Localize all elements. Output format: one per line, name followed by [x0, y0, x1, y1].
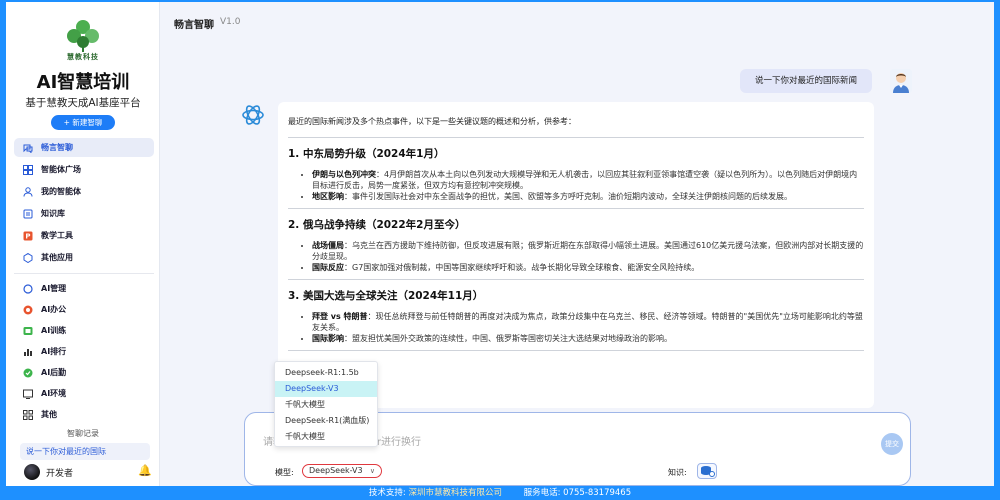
sidebar-item-label: 知识库 — [41, 209, 65, 218]
sidebar-item-ai-rank[interactable]: AI排行 — [14, 342, 154, 361]
circle-icon — [23, 283, 33, 294]
phone-label: 服务电话: — [523, 488, 561, 498]
office-icon — [23, 305, 33, 314]
user-message: 说一下你对最近的国际新闻 — [740, 69, 872, 93]
sidebar-item-label: AI训练 — [41, 326, 67, 335]
avatar — [24, 464, 40, 480]
list-item: 拜登 vs 特朗普：现任总统拜登与前任特朗普的再度对决成为焦点，政策分歧集中在乌… — [312, 311, 864, 333]
new-chat-button[interactable]: + 新建智聊 — [51, 115, 115, 130]
history-item[interactable]: 说一下你对最近的国际 — [20, 443, 150, 460]
list-item: 伊朗与以色列冲突：4月伊朗首次从本土向以色列发动大规模导弹和无人机袭击，以回应其… — [312, 169, 864, 191]
list-item: 战场僵局：乌克兰在西方援助下维持防御，但反攻进展有限；俄罗斯近期在东部取得小幅领… — [312, 240, 864, 262]
user-name: 开发者 — [46, 468, 74, 479]
sidebar-item-label: 畅言智聊 — [41, 143, 73, 152]
section-heading: 1. 中东局势升级（2024年1月） — [288, 148, 445, 160]
sidebar-item-agent-square[interactable]: 智能体广场 — [14, 160, 154, 179]
sidebar-item-label: 其他应用 — [41, 253, 73, 262]
logistics-icon — [23, 368, 33, 377]
other-icon — [23, 409, 33, 420]
sidebar-item-other-apps[interactable]: 其他应用 — [14, 248, 154, 267]
sidebar-item-label: AI办公 — [41, 305, 67, 314]
sidebar-divider — [14, 273, 154, 274]
grid-icon — [23, 164, 33, 175]
book-icon — [23, 209, 33, 218]
list-item: 国际影响：盟友担忧美国外交政策的连续性，中国、俄罗斯等国密切关注大选结果对地缘政… — [312, 333, 864, 344]
sidebar-item-label: AI排行 — [41, 347, 67, 356]
sidebar-item-ai-env[interactable]: AI环境 — [14, 384, 154, 403]
list-item: 国际反应：G7国家加强对俄制裁，中国等国家继续呼吁和谈。战争长期化导致全球粮食、… — [312, 262, 864, 273]
rank-icon — [24, 348, 32, 356]
sidebar-item-other[interactable]: 其他 — [14, 405, 154, 424]
sidebar-item-label: 我的智能体 — [41, 187, 81, 196]
section-heading: 3. 美国大选与全球关注（2024年11月） — [288, 290, 484, 302]
apps-icon — [23, 252, 33, 263]
model-option[interactable]: DeepSeek-R1(满血版) — [275, 413, 377, 429]
knowledge-label: 知识: — [668, 468, 687, 477]
sidebar-item-chat[interactable]: 畅言智聊 — [14, 138, 154, 157]
section-list: 战场僵局：乌克兰在西方援助下维持防御，但反攻进展有限；俄罗斯近期在东部取得小幅领… — [312, 240, 864, 273]
svg-text:P: P — [25, 232, 30, 240]
chevron-down-icon: ∨ — [369, 467, 375, 475]
model-option-selected[interactable]: DeepSeek-V3 — [275, 381, 377, 397]
logo-icon — [67, 20, 99, 52]
logo-text: 慧教科技 — [67, 53, 99, 61]
sidebar-item-my-agents[interactable]: 我的智能体 — [14, 182, 154, 201]
ppt-icon: P — [23, 231, 33, 240]
sidebar-item-label: 教学工具 — [41, 231, 73, 240]
list-item: 地区影响：事件引发国际社会对中东全面战争的担忧，美国、欧盟等多方呼吁克制。油价短… — [312, 191, 864, 202]
answer-intro: 最近的国际新闻涉及多个热点事件，以下是一些关键议题的概述和分析，供参考： — [288, 117, 576, 126]
sidebar-item-knowledge[interactable]: 知识库 — [14, 204, 154, 223]
sidebar-item-label: AI管理 — [41, 284, 67, 293]
submit-button[interactable]: 提交 — [881, 433, 903, 455]
section-list: 伊朗与以色列冲突：4月伊朗首次从本土向以色列发动大规模导弹和无人机袭击，以回应其… — [312, 169, 864, 202]
top-bar: 畅言智聊 V1.0 — [160, 2, 994, 42]
sidebar-item-label: AI后勤 — [41, 368, 67, 377]
footer: 技术支持: 深圳市慧教科技有限公司 服务电话: 0755-83179465 — [0, 486, 1000, 500]
version-label: V1.0 — [220, 17, 241, 27]
sidebar-item-label: 智能体广场 — [41, 165, 81, 174]
model-option[interactable]: 千帆大模型 — [275, 429, 377, 445]
sidebar-item-ai-train[interactable]: AI训练 — [14, 321, 154, 340]
sidebar-item-ai-manage[interactable]: AI管理 — [14, 279, 154, 298]
page-title: 畅言智聊 — [174, 20, 214, 31]
brand-title: AI智慧培训 — [36, 72, 130, 93]
history-title: 智聊记录 — [67, 429, 99, 438]
train-icon — [23, 326, 33, 335]
phone-number: 0755-83179465 — [563, 488, 632, 498]
section-heading: 2. 俄乌战争持续（2022年2月至今） — [288, 219, 466, 231]
knowledge-button[interactable] — [697, 463, 717, 479]
divider — [288, 137, 864, 138]
user-agent-icon — [23, 186, 33, 197]
sidebar-item-label: 其他 — [41, 410, 57, 419]
model-select-value: DeepSeek-V3 — [309, 466, 363, 475]
divider — [288, 350, 864, 351]
user-profile[interactable]: 开发者 — [24, 464, 73, 480]
sidebar-item-ai-logistics[interactable]: AI后勤 — [14, 363, 154, 382]
divider — [288, 279, 864, 280]
sidebar-item-teaching-tools[interactable]: P 教学工具 — [14, 226, 154, 245]
env-icon — [23, 389, 33, 399]
model-select[interactable]: DeepSeek-V3 ∨ — [302, 464, 382, 478]
bell-icon[interactable]: 🔔 — [138, 464, 152, 477]
database-icon — [701, 466, 715, 477]
sidebar-item-ai-office[interactable]: AI办公 — [14, 300, 154, 319]
brand-tagline: 基于慧教天成AI基座平台 — [25, 97, 141, 109]
sidebar: 慧教科技 AI智慧培训 基于慧教天成AI基座平台 + 新建智聊 畅言智聊 智能体… — [6, 2, 160, 486]
user-avatar-icon — [890, 69, 912, 93]
model-label: 模型: — [275, 468, 294, 477]
chat-icon — [23, 144, 33, 153]
model-dropdown: Deepseek-R1:1.5b DeepSeek-V3 千帆大模型 DeepS… — [274, 361, 378, 447]
divider — [288, 208, 864, 209]
model-option[interactable]: Deepseek-R1:1.5b — [275, 365, 377, 381]
sidebar-item-label: AI环境 — [41, 389, 67, 398]
model-option[interactable]: 千帆大模型 — [275, 397, 377, 413]
assistant-logo-icon — [242, 105, 264, 125]
support-company-link[interactable]: 深圳市慧教科技有限公司 — [408, 488, 502, 498]
section-list: 拜登 vs 特朗普：现任总统拜登与前任特朗普的再度对决成为焦点，政策分歧集中在乌… — [312, 311, 864, 344]
support-label: 技术支持: — [368, 488, 406, 498]
